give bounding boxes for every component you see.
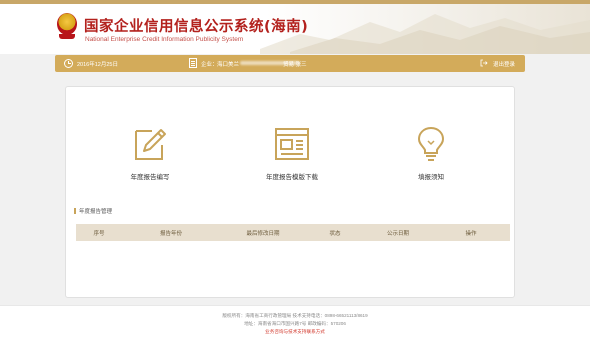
column-header: 状态 bbox=[329, 231, 341, 237]
company-name: 海口美兰 bbox=[217, 62, 240, 68]
mountain-watermark bbox=[260, 14, 590, 54]
template-download-icon bbox=[272, 125, 312, 163]
footer-support-link[interactable]: 业务咨询与技术支持联系方式 bbox=[0, 329, 590, 335]
clock-icon bbox=[64, 58, 73, 68]
column-header: 操作 bbox=[465, 231, 477, 237]
column-header: 最后修改日期 bbox=[246, 231, 280, 237]
main-panel: 年度报告编写 年度报告模版下载 填报须知 年度报告管理 序号 报告年份 最后修改… bbox=[65, 86, 515, 298]
company-doc-icon bbox=[189, 58, 197, 68]
logout-button[interactable]: 退出登录 bbox=[480, 58, 522, 69]
tile-label: 填报须知 bbox=[418, 173, 444, 181]
logout-label: 退出登录 bbox=[493, 62, 516, 68]
column-header: 公示日期 bbox=[386, 231, 410, 237]
logout-icon bbox=[480, 59, 488, 67]
current-date: 2016年12月25日 bbox=[77, 62, 118, 68]
national-emblem-icon bbox=[57, 13, 77, 35]
tile-filing-notice[interactable]: 填报须知 bbox=[391, 125, 471, 181]
section-marker bbox=[74, 208, 76, 214]
footer-address: 地址：海南省海口市国兴路7号 邮政编码：570206 bbox=[244, 321, 346, 326]
company-name-tail: 贸易 张三 bbox=[283, 62, 307, 68]
site-header: 国家企业信用信息公示系统(海南) National Enterprise Cre… bbox=[0, 4, 590, 54]
tile-template-download[interactable]: 年度报告模版下载 bbox=[252, 125, 332, 181]
company-label: 企业： bbox=[201, 62, 218, 68]
section-title-text: 年度报告管理 bbox=[79, 209, 113, 215]
user-info-bar: 2016年12月25日 企业： 海口美兰 贸易 张三 退出登录 bbox=[55, 55, 525, 72]
footer-copyright: 版权所有：海南省工商行政管理局 技术支持电话：0898-66521113/861… bbox=[222, 313, 368, 318]
edit-icon bbox=[130, 125, 170, 163]
tile-label: 年度报告模版下载 bbox=[266, 173, 318, 181]
section-title: 年度报告管理 bbox=[74, 207, 112, 215]
tile-label: 年度报告编写 bbox=[130, 173, 170, 181]
emblem-base bbox=[59, 34, 75, 39]
site-footer: 版权所有：海南省工商行政管理局 技术支持电话：0898-66521113/861… bbox=[0, 305, 590, 344]
column-header: 报告年份 bbox=[159, 231, 183, 237]
lightbulb-icon bbox=[411, 125, 451, 163]
tile-annual-report-write[interactable]: 年度报告编写 bbox=[110, 125, 190, 181]
system-subtitle: National Enterprise Credit Information P… bbox=[85, 36, 244, 43]
table-header-row: 序号 报告年份 最后修改日期 状态 公示日期 操作 bbox=[76, 224, 510, 241]
column-header: 序号 bbox=[93, 231, 105, 237]
system-title: 国家企业信用信息公示系统(海南) bbox=[84, 19, 309, 35]
